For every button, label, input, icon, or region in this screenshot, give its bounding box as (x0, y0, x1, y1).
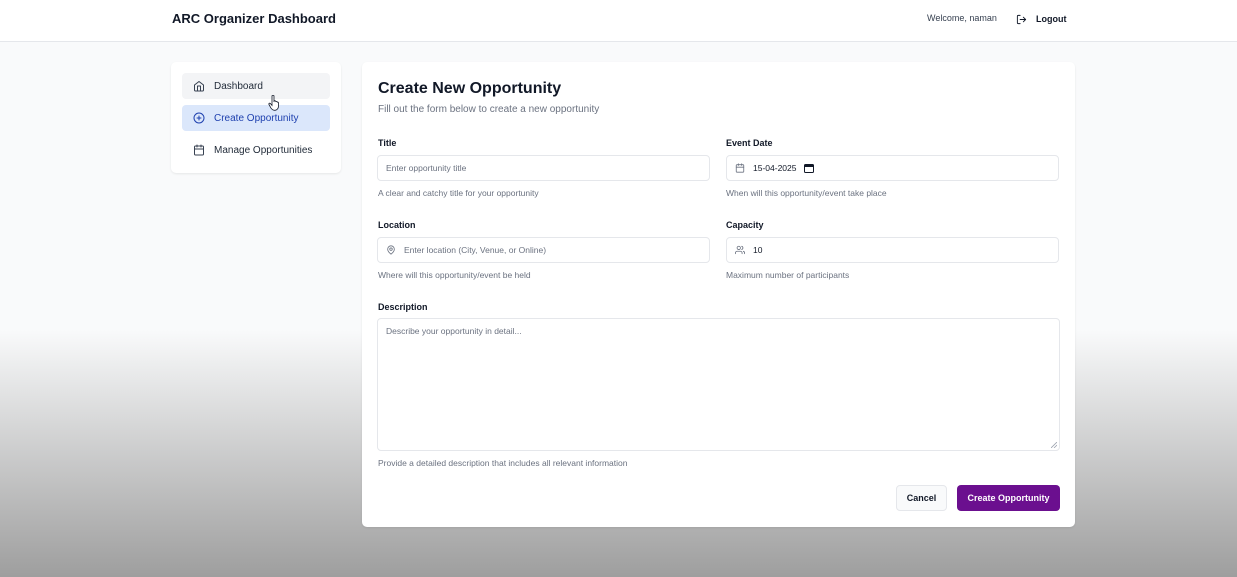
resize-handle-icon[interactable] (1051, 442, 1057, 448)
event-date-value: 15-04-2025 (753, 163, 797, 173)
sidebar-item-label: Dashboard (214, 80, 263, 92)
capacity-input[interactable]: 10 (726, 237, 1059, 263)
create-opportunity-button[interactable]: Create Opportunity (957, 485, 1060, 511)
event-date-label: Event Date (726, 138, 773, 148)
sidebar-item-label: Manage Opportunities (214, 144, 313, 156)
form-title: Create New Opportunity (378, 80, 562, 97)
event-date-help-text: When will this opportunity/event take pl… (726, 188, 887, 198)
create-opportunity-form: Create New Opportunity Fill out the form… (362, 62, 1075, 527)
title-label: Title (378, 138, 397, 148)
capacity-help-text: Maximum number of participants (726, 270, 850, 280)
map-pin-icon (387, 245, 395, 255)
description-textarea[interactable]: Describe your opportunity in detail... (377, 318, 1060, 451)
cancel-button[interactable]: Cancel (896, 485, 947, 511)
plus-circle-icon (193, 112, 205, 124)
welcome-text: Welcome, naman (927, 13, 997, 23)
sidebar-item-manage-opportunities[interactable]: Manage Opportunities (182, 137, 330, 163)
location-help-text: Where will this opportunity/event be hel… (378, 270, 531, 280)
capacity-value: 10 (753, 245, 763, 255)
date-picker-icon[interactable] (804, 163, 815, 173)
capacity-label: Capacity (726, 220, 764, 230)
hand-pointer-icon (268, 95, 279, 111)
logout-icon (1016, 14, 1027, 24)
description-help-text: Provide a detailed description that incl… (378, 458, 628, 468)
top-navbar: ARC Organizer Dashboard Welcome, naman L… (0, 0, 1237, 42)
logout-label: Logout (1036, 14, 1067, 24)
description-placeholder: Describe your opportunity in detail... (386, 326, 522, 336)
calendar-icon (735, 163, 745, 173)
logout-button[interactable]: Logout (1016, 11, 1067, 27)
location-input[interactable]: Enter location (City, Venue, or Online) (377, 237, 710, 263)
form-subtitle: Fill out the form below to create a new … (378, 104, 600, 115)
sidebar-item-dashboard[interactable]: Dashboard (182, 73, 330, 99)
title-input[interactable]: Enter opportunity title (377, 155, 710, 181)
event-date-input[interactable]: 15-04-2025 (726, 155, 1059, 181)
calendar-icon (194, 144, 204, 156)
users-icon (735, 245, 745, 255)
title-input-placeholder: Enter opportunity title (386, 163, 467, 173)
home-icon (194, 81, 204, 92)
description-label: Description (378, 302, 428, 312)
location-label: Location (378, 220, 416, 230)
sidebar-item-label: Create Opportunity (214, 112, 299, 124)
sidebar: Dashboard Create Opportunity Manage Oppo… (171, 62, 341, 173)
app-title: ARC Organizer Dashboard (172, 11, 336, 26)
title-help-text: A clear and catchy title for your opport… (378, 188, 539, 198)
sidebar-item-create-opportunity[interactable]: Create Opportunity (182, 105, 330, 131)
location-input-placeholder: Enter location (City, Venue, or Online) (404, 245, 547, 255)
